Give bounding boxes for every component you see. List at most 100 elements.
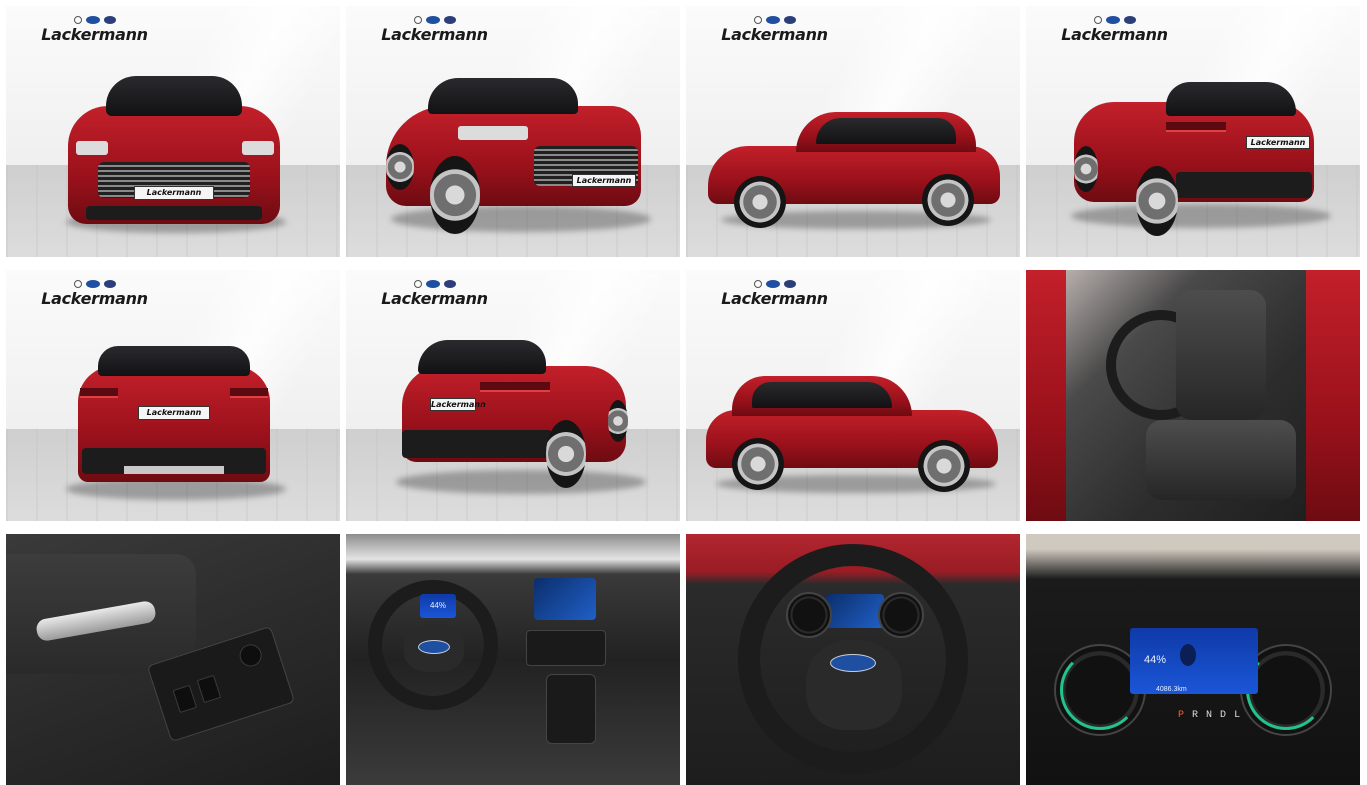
opel-logo-icon: [73, 280, 82, 288]
license-plate: Lackermann: [138, 406, 210, 420]
ford-logo-icon: [765, 16, 780, 24]
ford-logo-icon: [85, 280, 100, 288]
dealer-brand: Lackermann: [377, 280, 492, 308]
infotainment-screen: [534, 578, 596, 620]
gear-l: L: [1234, 710, 1249, 721]
ford-logo-icon: [425, 280, 440, 288]
headlight-left: [76, 141, 108, 155]
opel-logo-icon: [413, 16, 422, 24]
center-display: 44% 4086.3km: [1130, 628, 1258, 694]
rear-wheel: [922, 174, 974, 226]
ford-logo-icon: [1105, 16, 1120, 24]
ford-logo-icon: [830, 654, 876, 672]
dealer-name: Lackermann: [41, 25, 148, 44]
window-switch: [196, 674, 222, 704]
photo-tile-dashboard[interactable]: 44%: [346, 534, 680, 785]
rear-wheel: [732, 438, 784, 490]
hyundai-logo-icon: [783, 16, 796, 24]
door-frame: [1026, 270, 1066, 521]
dealer-name: Lackermann: [1061, 25, 1168, 44]
license-plate: Lackermann: [572, 174, 636, 187]
rear-wheel: [1136, 166, 1178, 236]
photo-tile-steering-wheel[interactable]: [686, 534, 1020, 785]
photo-tile-left-side[interactable]: Lackermann: [686, 6, 1020, 257]
gear-r: R: [1192, 710, 1207, 721]
opel-logo-icon: [753, 16, 762, 24]
dealer-brand: Lackermann: [37, 280, 152, 308]
dealer-name: Lackermann: [381, 289, 488, 308]
efficiency-icon: [1180, 644, 1196, 666]
photo-tile-rear-quarter[interactable]: Lackermann Lackermann: [1026, 6, 1360, 257]
photo-tile-front-quarter[interactable]: Lackermann Lackermann: [346, 6, 680, 257]
rear-wheel: [546, 420, 586, 488]
opel-logo-icon: [413, 280, 422, 288]
rear-bumper: [402, 430, 552, 458]
windshield: [106, 76, 242, 116]
front-wheel: [734, 176, 786, 228]
photo-tile-rear-right-quarter[interactable]: Lackermann Lackermann: [346, 270, 680, 521]
passenger-seat-back: [1176, 290, 1266, 420]
taillight-right: [230, 388, 268, 398]
dealer-name: Lackermann: [721, 25, 828, 44]
taillight-left: [80, 388, 118, 398]
ford-logo-icon: [425, 16, 440, 24]
gear-p: P: [1178, 710, 1193, 721]
hyundai-logo-icon: [103, 16, 116, 24]
battery-percent: 44%: [1144, 654, 1167, 666]
rear-skid-plate: [124, 466, 224, 474]
photo-tile-door-panel[interactable]: [6, 534, 340, 785]
taillight: [1166, 122, 1226, 132]
front-wheel: [430, 156, 480, 234]
photo-tile-rear[interactable]: Lackermann Lackermann: [6, 270, 340, 521]
license-plate: Lackermann: [1246, 136, 1310, 149]
door-edge: [1306, 270, 1360, 521]
dealer-brand: Lackermann: [1057, 16, 1172, 44]
hyundai-logo-icon: [443, 16, 456, 24]
opel-logo-icon: [73, 16, 82, 24]
rear-window: [418, 340, 546, 374]
hyundai-logo-icon: [1123, 16, 1136, 24]
ford-logo-icon: [765, 280, 780, 288]
rear-bumper: [1176, 172, 1312, 198]
rear-window: [98, 346, 250, 376]
front-wheel: [1074, 146, 1098, 192]
opel-logo-icon: [753, 280, 762, 288]
dealer-name: Lackermann: [41, 289, 148, 308]
opel-logo-icon: [1093, 16, 1102, 24]
photo-tile-front-seats[interactable]: [1026, 270, 1360, 521]
center-console: [546, 674, 596, 744]
window-switch: [172, 684, 198, 714]
gear-indicator: PRNDL: [1178, 710, 1248, 721]
car-shadow: [391, 206, 651, 232]
headlight-right: [242, 141, 274, 155]
front-bumper: [86, 206, 262, 220]
hyundai-logo-icon: [443, 280, 456, 288]
vehicle-photo-gallery: Lackermann Lackermann Lackermann Lackerm…: [6, 6, 1360, 785]
photo-tile-front[interactable]: Lackermann Lackermann: [6, 6, 340, 257]
headlight: [458, 126, 528, 140]
left-gauge-arc: [1060, 650, 1140, 730]
car-shadow: [1071, 204, 1331, 228]
license-plate: Lackermann: [430, 398, 486, 411]
windshield: [428, 78, 578, 114]
mirror-control: [236, 641, 265, 670]
license-plate: Lackermann: [134, 186, 214, 200]
photo-tile-instrument-cluster[interactable]: 44% 4086.3km PRNDL: [1026, 534, 1360, 785]
hyundai-logo-icon: [783, 280, 796, 288]
dealer-brand: Lackermann: [717, 280, 832, 308]
dealer-brand: Lackermann: [717, 16, 832, 44]
rear-wheel: [386, 144, 414, 190]
climate-controls: [526, 630, 606, 666]
right-gauge-arc: [1246, 650, 1326, 730]
dealer-brand: Lackermann: [37, 16, 152, 44]
photo-tile-right-side[interactable]: Lackermann: [686, 270, 1020, 521]
ford-logo-icon: [418, 640, 450, 654]
rear-window: [1166, 82, 1296, 116]
car-shadow: [396, 470, 646, 494]
odometer: 4086.3km: [1156, 686, 1187, 693]
dealer-brand: Lackermann: [377, 16, 492, 44]
side-windows: [816, 118, 956, 144]
gear-n: N: [1206, 710, 1221, 721]
ford-logo-icon: [85, 16, 100, 24]
driver-seat: [1146, 420, 1296, 500]
